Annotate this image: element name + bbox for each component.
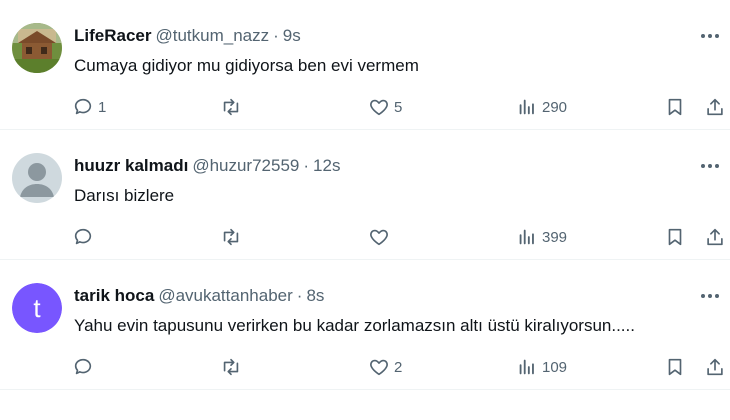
tweet-text: Yahu evin tapusunu verirken bu kadar zor… <box>74 316 635 335</box>
bookmark-icon <box>668 98 682 116</box>
bookmark-button[interactable] <box>664 226 686 248</box>
default-person-icon <box>12 153 62 203</box>
tweet-header: tarik hoca @avukattanhaber · 8s <box>74 286 324 306</box>
share-button[interactable] <box>704 96 726 118</box>
share-icon <box>707 98 723 116</box>
timestamp[interactable]: 12s <box>313 156 340 175</box>
separator: · <box>303 156 310 175</box>
tweet-actions: 399 <box>72 226 723 248</box>
views-chart-icon <box>519 359 534 375</box>
bookmark-button[interactable] <box>664 356 686 378</box>
reply-count: 1 <box>98 98 107 116</box>
retweet-icon <box>223 98 239 116</box>
retweet-button[interactable] <box>220 356 246 378</box>
share-icon <box>707 228 723 246</box>
user-handle[interactable]: @huzur72559 <box>192 156 299 175</box>
view-count: 399 <box>542 228 568 246</box>
views-chart-icon <box>519 229 534 245</box>
share-icon <box>707 358 723 376</box>
tweet[interactable]: huuzr kalmadı @huzur72559 · 12s Darısı bizl… <box>0 130 730 260</box>
bookmark-button[interactable] <box>664 96 686 118</box>
retweet-button[interactable] <box>220 226 246 248</box>
retweet-icon <box>223 358 239 376</box>
heart-icon <box>370 229 388 246</box>
tweet-text: Darısı bizlere <box>74 186 175 205</box>
views-button[interactable]: 109 <box>516 356 567 378</box>
tweet[interactable]: LifeRacer @tutkum_nazz · 9s Cumaya gidiyor … <box>0 0 730 130</box>
tweet[interactable]: t tarik hoca @avukattanhaber · 8s Yahu evin… <box>0 260 730 390</box>
heart-icon <box>370 99 388 116</box>
bookmark-icon <box>668 228 682 246</box>
heart-icon <box>370 359 388 376</box>
retweet-button[interactable] <box>220 96 246 118</box>
bookmark-icon <box>668 358 682 376</box>
like-count: 2 <box>394 358 403 376</box>
avatar[interactable] <box>12 153 62 203</box>
reply-button[interactable]: 1 <box>72 96 106 118</box>
more-options-icon[interactable] <box>698 284 722 308</box>
retweet-icon <box>223 228 239 246</box>
timestamp[interactable]: 9s <box>283 26 301 45</box>
views-button[interactable]: 399 <box>516 226 567 248</box>
tweet-actions: 1 5 290 <box>72 96 723 118</box>
timestamp[interactable]: 8s <box>306 286 324 305</box>
user-handle[interactable]: @tutkum_nazz <box>155 26 269 45</box>
reply-icon <box>74 98 92 115</box>
like-button[interactable] <box>368 226 394 248</box>
more-options-icon[interactable] <box>698 154 722 178</box>
view-count: 109 <box>542 358 568 376</box>
reply-icon <box>74 358 92 375</box>
reply-icon <box>74 228 92 245</box>
avatar-letter: t <box>12 283 62 333</box>
tweet-actions: 2 109 <box>72 356 723 378</box>
like-button[interactable]: 5 <box>368 96 402 118</box>
tweet-text: Cumaya gidiyor mu gidiyorsa ben evi verm… <box>74 56 419 75</box>
like-button[interactable]: 2 <box>368 356 402 378</box>
share-button[interactable] <box>704 226 726 248</box>
more-options-icon[interactable] <box>698 24 722 48</box>
house-photo-icon <box>12 23 62 73</box>
view-count: 290 <box>542 98 568 116</box>
reply-button[interactable] <box>72 356 98 378</box>
tweet-header: LifeRacer @tutkum_nazz · 9s <box>74 26 301 46</box>
views-button[interactable]: 290 <box>516 96 567 118</box>
like-count: 5 <box>394 98 403 116</box>
display-name[interactable]: huuzr kalmadı <box>74 156 188 175</box>
display-name[interactable]: LifeRacer <box>74 26 151 45</box>
separator: · <box>273 26 279 45</box>
views-chart-icon <box>519 99 534 115</box>
avatar[interactable]: t <box>12 283 62 333</box>
user-handle[interactable]: @avukattanhaber <box>158 286 292 305</box>
tweet-header: huuzr kalmadı @huzur72559 · 12s <box>74 156 340 176</box>
share-button[interactable] <box>704 356 726 378</box>
separator: · <box>296 286 303 305</box>
reply-button[interactable] <box>72 226 98 248</box>
display-name[interactable]: tarik hoca <box>74 286 154 305</box>
avatar[interactable] <box>12 23 62 73</box>
